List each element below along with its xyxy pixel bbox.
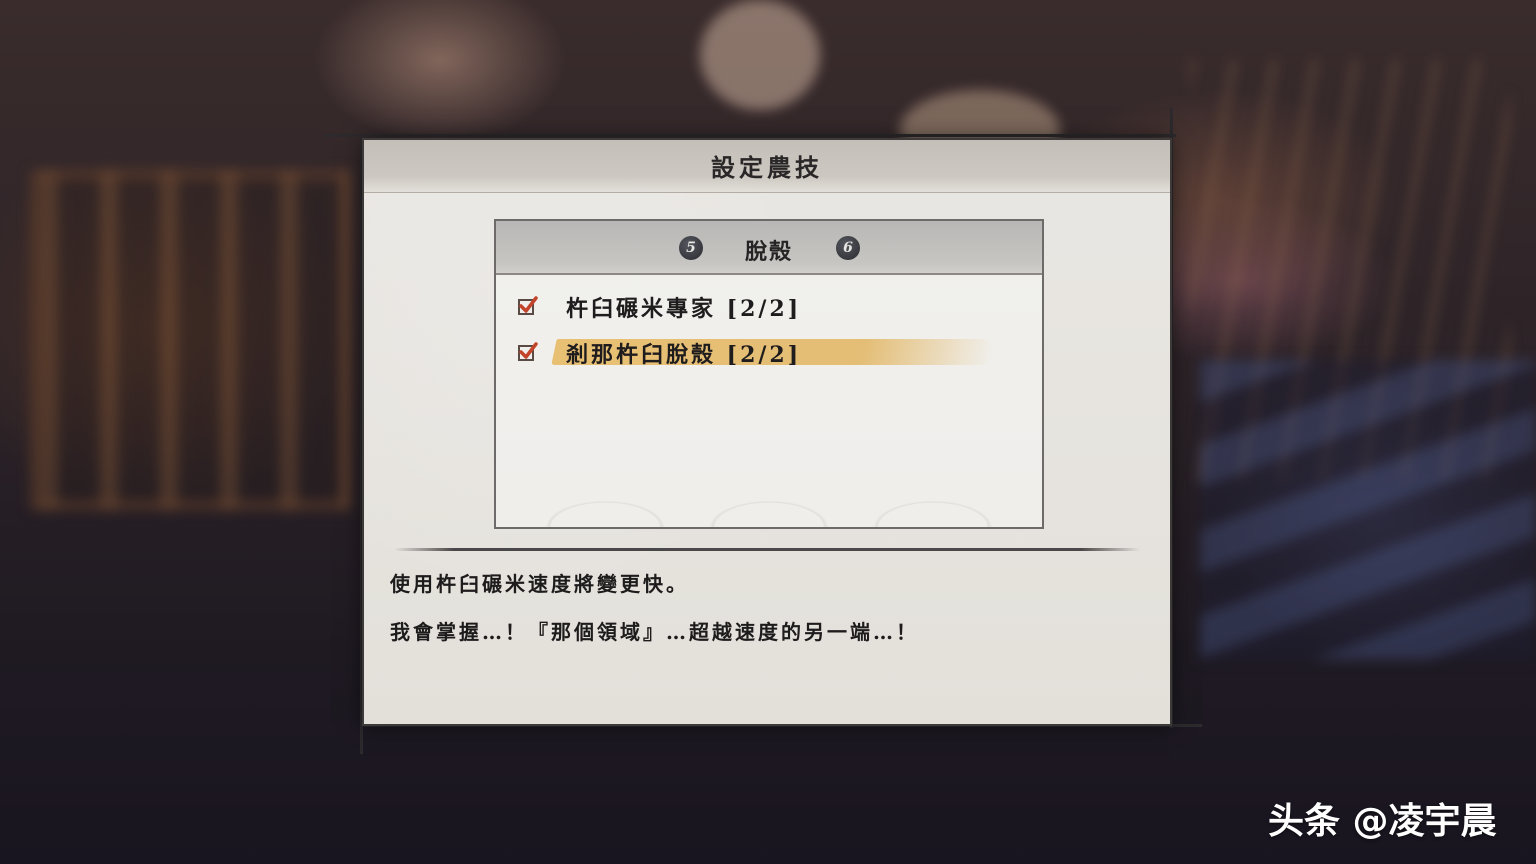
skill-item[interactable]: 杵臼碾米專家 [2/2]: [518, 289, 1018, 323]
checkmark-icon: [518, 296, 538, 315]
divider: [394, 548, 1140, 551]
dialog-border-right: [1170, 108, 1173, 728]
category-title: 脫殼: [744, 239, 793, 265]
dialog-border-top: [324, 134, 1176, 137]
skill-list-panel: 5 脫殼 6 杵臼碾米專家 [2/2] 剎那杵臼脫殼 [2/2]: [494, 219, 1044, 529]
skill-effect-text: 使用杵臼碾米速度將變更快。: [390, 572, 689, 596]
skill-label: 剎那杵臼脫殼 [2/2]: [566, 342, 802, 368]
watermark: 头条 @凌宇晨: [1268, 801, 1497, 842]
skill-flavor-text: 我會掌握…！『那個領域』…超越速度的另一端…！: [390, 620, 919, 644]
farming-skill-dialog: 設定農技 5 脫殼 6 杵臼碾米專家 [2/2] 剎那杵臼脫殼 [2/2] 使用…: [364, 140, 1170, 724]
game-scene: 設定農技 5 脫殼 6 杵臼碾米專家 [2/2] 剎那杵臼脫殼 [2/2] 使用…: [0, 0, 1536, 864]
prev-category-button[interactable]: 5: [679, 236, 703, 260]
background-shelf-left: [30, 170, 350, 510]
dialog-border-left: [360, 138, 363, 754]
dialog-title-bar: 設定農技: [364, 140, 1170, 193]
dialog-border-bottom: [364, 724, 1202, 727]
skill-item-selected[interactable]: 剎那杵臼脫殼 [2/2]: [518, 335, 1018, 369]
category-header: 5 脫殼 6: [496, 221, 1042, 275]
skill-label: 杵臼碾米專家 [2/2]: [566, 296, 802, 322]
dialog-title: 設定農技: [711, 153, 823, 182]
background-figure: [700, 0, 820, 110]
next-category-button[interactable]: 6: [836, 236, 860, 260]
background-cloth-stack: [1200, 360, 1536, 660]
checkmark-icon: [518, 342, 538, 361]
